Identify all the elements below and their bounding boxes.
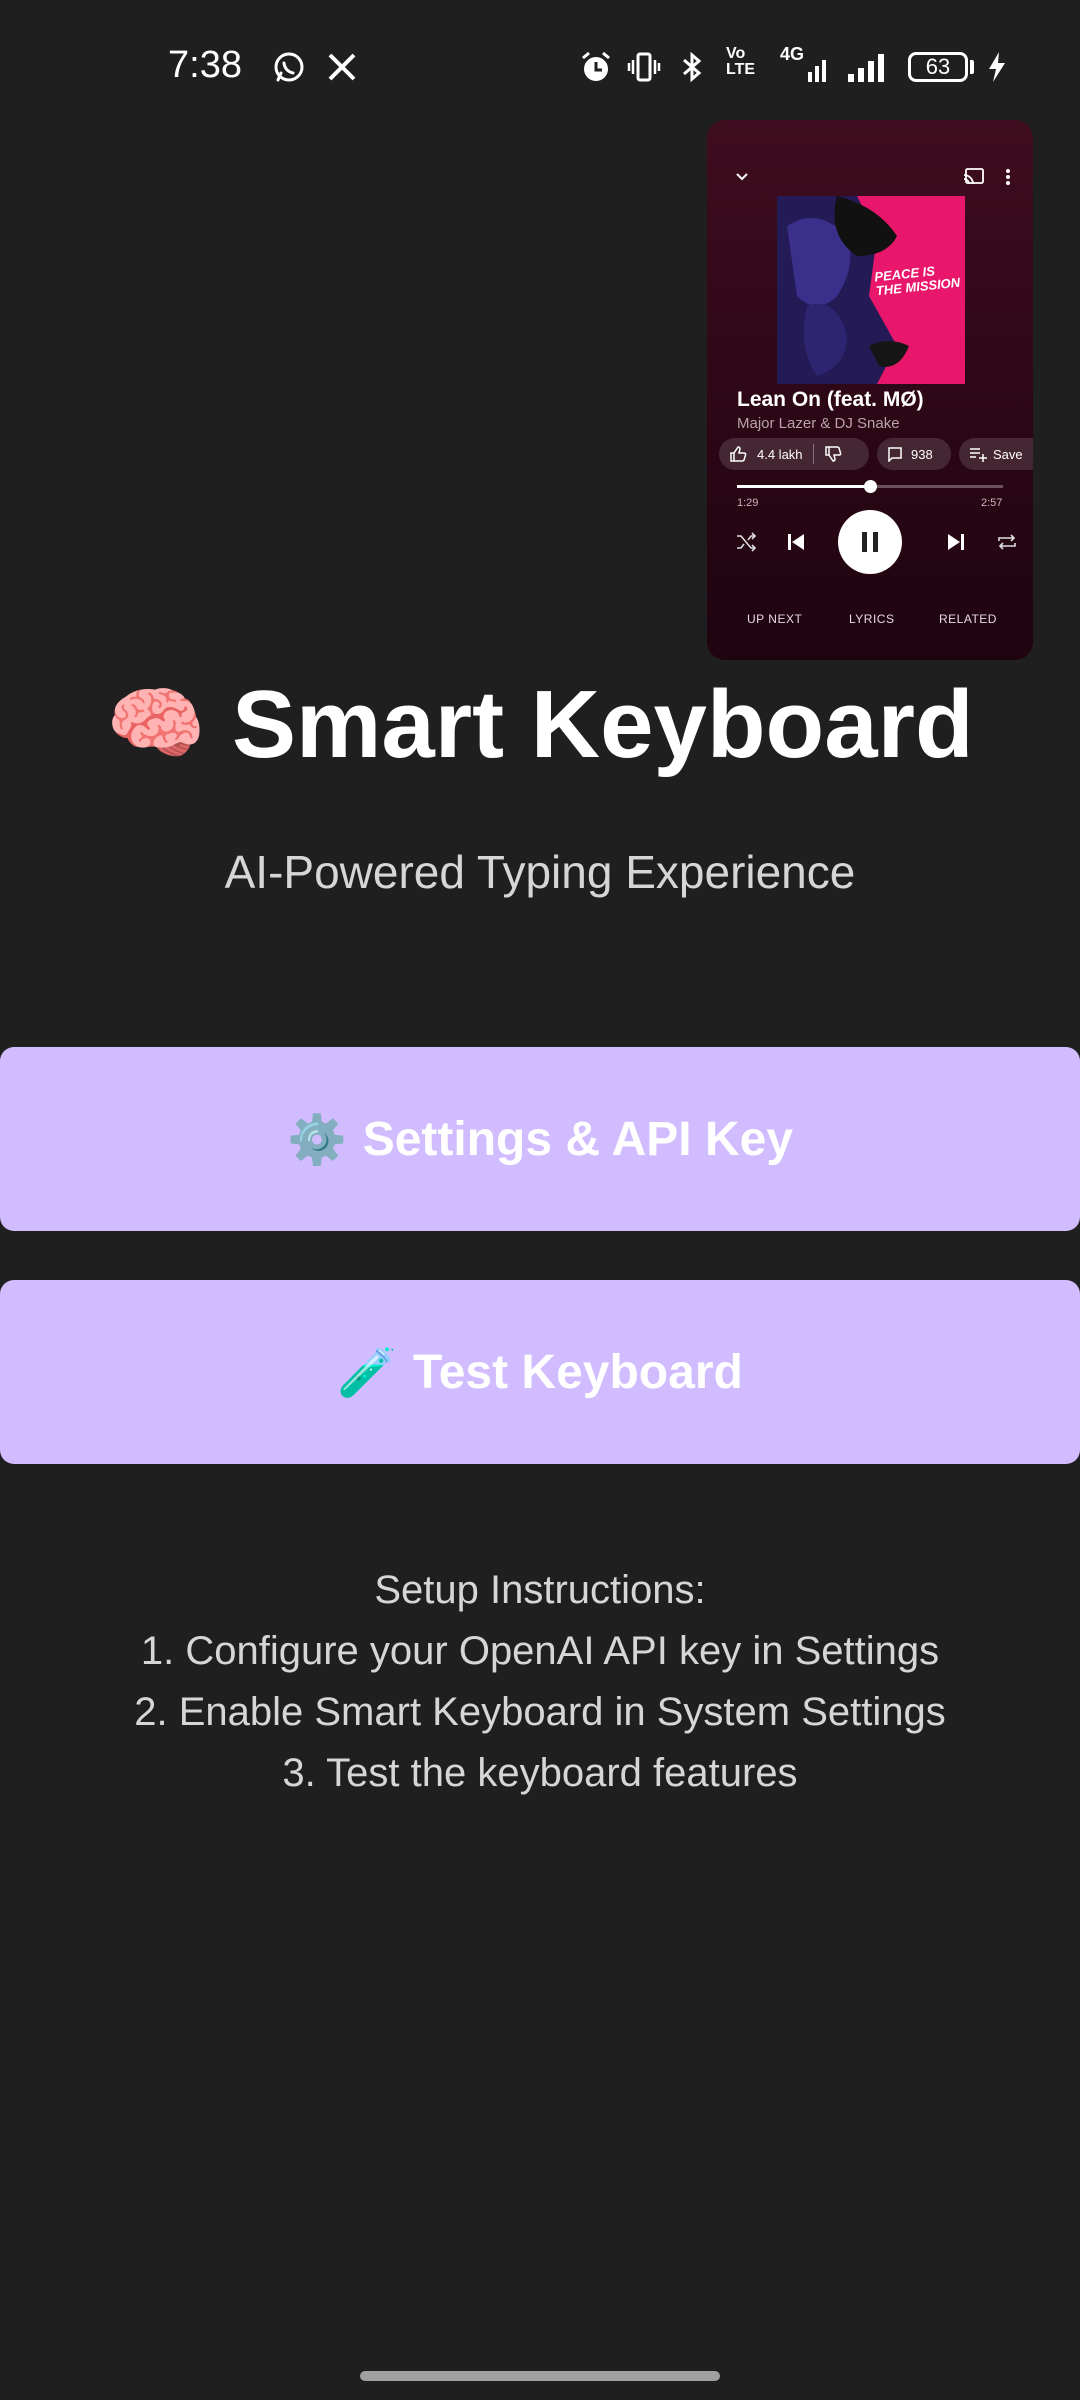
tab-up-next[interactable]: UP NEXT <box>747 612 802 626</box>
mini-player[interactable]: PEACE IS THE MISSION Lean On (feat. MØ) … <box>707 120 1033 660</box>
app-subtitle: AI-Powered Typing Experience <box>224 846 856 898</box>
save-chip[interactable]: Save <box>959 438 1033 470</box>
thumbs-up-icon[interactable] <box>729 445 747 463</box>
progress-fill <box>737 485 870 488</box>
settings-button-label: Settings & API Key <box>362 1112 794 1166</box>
network-bars-icon <box>800 48 838 86</box>
elapsed-time: 1:29 <box>737 497 759 509</box>
progress-bar[interactable] <box>737 480 1003 493</box>
instruction-step-3: 3. Test the keyboard features <box>282 1751 798 1795</box>
app-title: 🧠 Smart Keyboard <box>0 670 1080 780</box>
screen: 7:38 Vo LTE 4G 63 PEACE IS THE MISSION L… <box>0 0 1080 2400</box>
repeat-icon[interactable] <box>990 525 1024 559</box>
like-dislike-chip[interactable]: 4.4 lakh <box>719 438 869 470</box>
cast-icon[interactable] <box>959 162 989 192</box>
comment-count: 938 <box>911 446 933 462</box>
tab-lyrics[interactable]: LYRICS <box>849 612 894 626</box>
volte-icon: Vo LTE <box>726 45 756 78</box>
save-label: Save <box>993 446 1023 462</box>
collapse-chevron-icon[interactable] <box>727 162 757 192</box>
playlist-add-icon <box>969 446 987 462</box>
next-icon[interactable] <box>939 525 973 559</box>
instructions-heading: Setup Instructions: <box>374 1568 706 1612</box>
x-icon <box>323 48 361 86</box>
battery-cap <box>970 60 974 74</box>
total-duration: 2:57 <box>981 497 1003 509</box>
shuffle-icon[interactable] <box>729 525 763 559</box>
battery-level: 63 <box>925 54 951 79</box>
gear-icon: ⚙️ <box>286 1113 347 1167</box>
setup-instructions: Setup Instructions: 1. Configure your Op… <box>0 1560 1080 1804</box>
signal-icon <box>846 48 890 86</box>
status-time: 7:38 <box>168 44 242 86</box>
comment-icon <box>887 446 903 462</box>
thumbs-down-icon[interactable] <box>824 445 842 463</box>
pause-icon <box>859 530 881 554</box>
instruction-step-1: 1. Configure your OpenAI API key in Sett… <box>140 1629 940 1673</box>
battery-icon: 63 <box>908 52 968 82</box>
previous-icon[interactable] <box>779 525 813 559</box>
charging-icon <box>978 48 1016 86</box>
test-tube-icon: 🧪 <box>337 1346 397 1400</box>
vibrate-icon <box>625 48 663 86</box>
app-title-text: Smart Keyboard <box>232 671 974 778</box>
alarm-icon <box>577 48 615 86</box>
song-title: Lean On (feat. MØ) <box>737 388 924 411</box>
instruction-step-2: 2. Enable Smart Keyboard in System Setti… <box>134 1690 946 1734</box>
brain-icon: 🧠 <box>106 679 207 768</box>
like-count: 4.4 lakh <box>757 446 803 462</box>
album-art: PEACE IS THE MISSION <box>777 196 965 384</box>
home-indicator[interactable] <box>360 2371 720 2381</box>
comments-chip[interactable]: 938 <box>877 438 951 470</box>
test-keyboard-button[interactable]: 🧪 Test Keyboard <box>0 1280 1080 1464</box>
test-keyboard-button-label: Test Keyboard <box>412 1345 743 1399</box>
more-vert-icon[interactable] <box>993 162 1023 192</box>
settings-button[interactable]: ⚙️ Settings & API Key <box>0 1047 1080 1231</box>
status-bar: 7:38 Vo LTE 4G 63 <box>0 0 1080 130</box>
chip-divider <box>812 444 814 464</box>
pause-button[interactable] <box>838 510 902 574</box>
song-artist: Major Lazer & DJ Snake <box>737 415 900 432</box>
progress-thumb[interactable] <box>864 480 877 493</box>
tab-related[interactable]: RELATED <box>939 612 997 626</box>
whatsapp-icon <box>270 48 308 86</box>
bluetooth-icon <box>673 48 711 86</box>
